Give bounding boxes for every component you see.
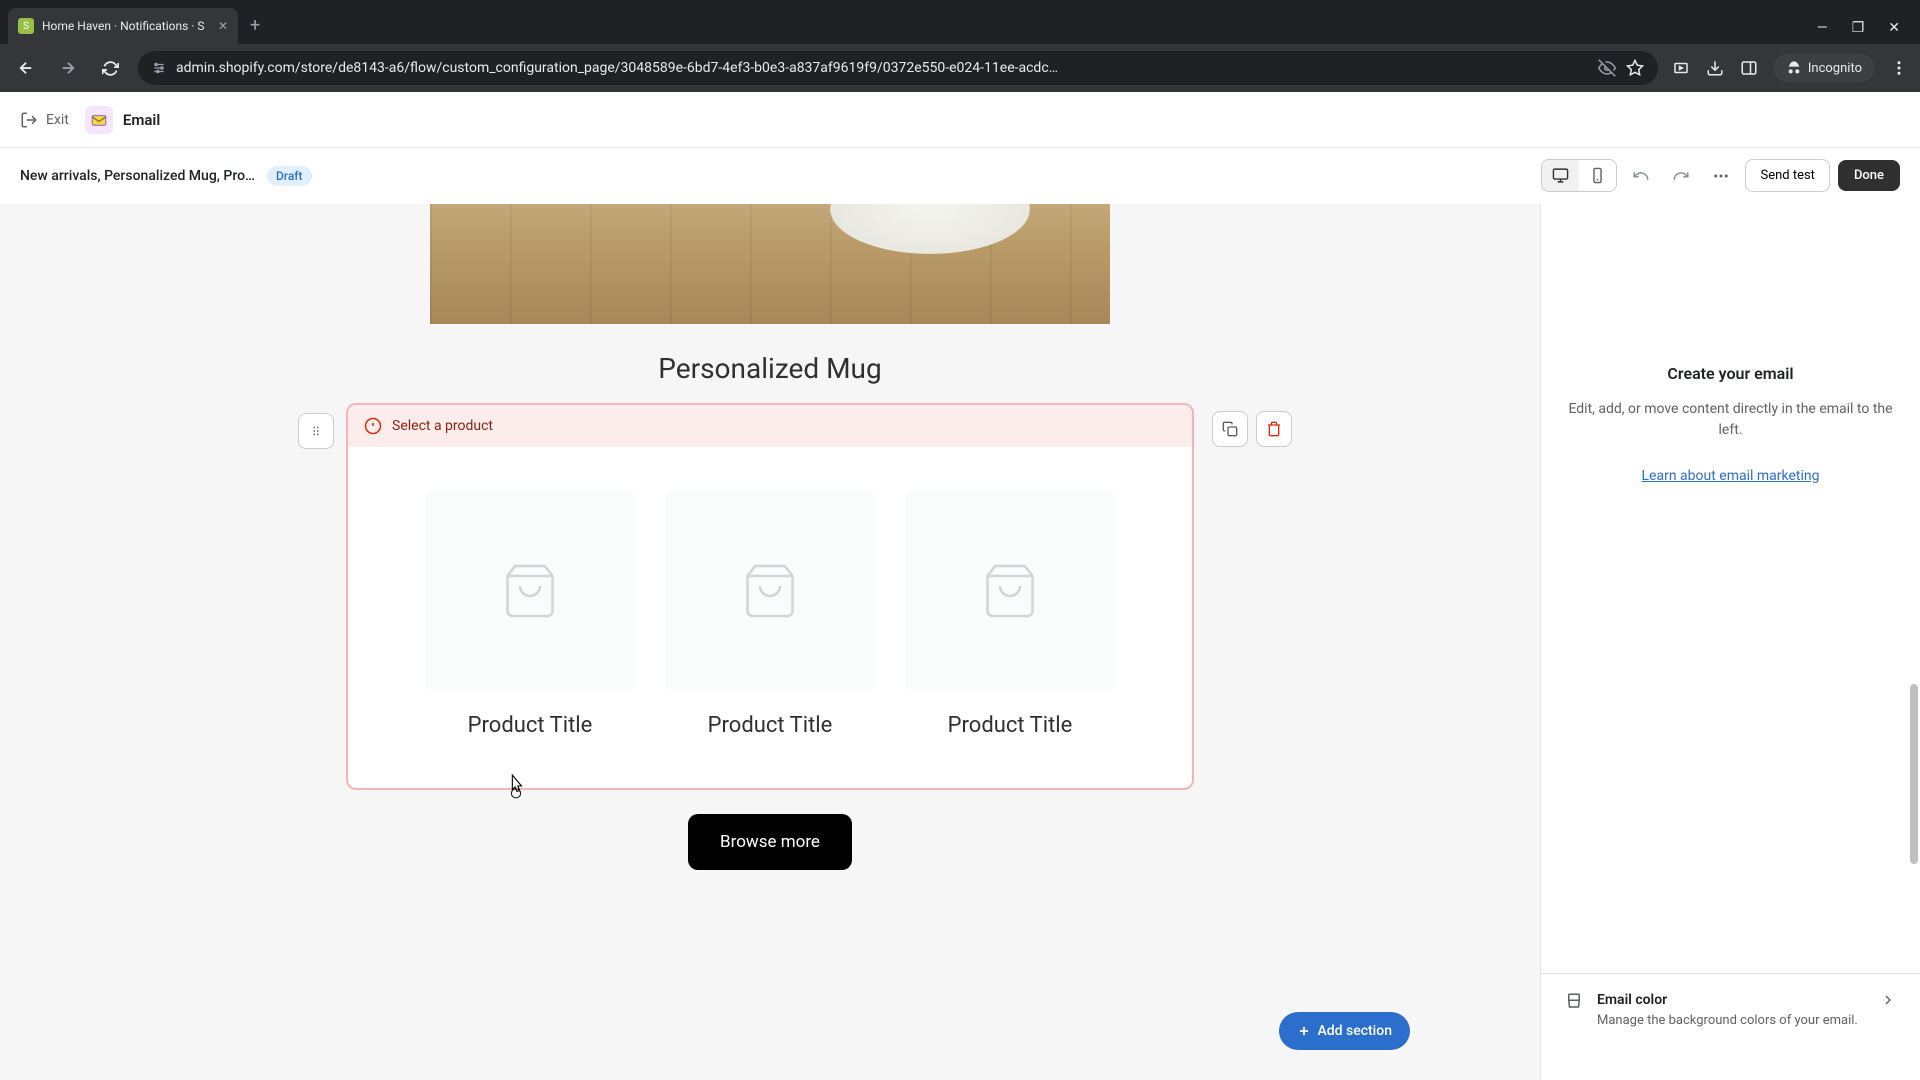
product-title: Product Title (425, 713, 635, 738)
sidebar-heading: Create your email (1565, 364, 1896, 383)
product-placeholder (905, 491, 1115, 691)
window-controls: — ❐ ✕ (1797, 20, 1920, 44)
section-warning: Select a product (348, 405, 1192, 447)
reload-button[interactable] (96, 54, 124, 82)
scrollbar-thumb[interactable] (1910, 684, 1918, 864)
close-window-icon[interactable]: ✕ (1888, 20, 1900, 36)
email-app-icon (85, 106, 113, 134)
trash-icon (1266, 421, 1282, 437)
close-tab-icon[interactable]: ✕ (218, 19, 228, 33)
email-label: Email (123, 111, 160, 129)
exit-icon (20, 111, 38, 129)
browser-tab[interactable]: S Home Haven · Notifications · S ✕ (8, 8, 238, 44)
back-button[interactable] (12, 54, 40, 82)
url-text: admin.shopify.com/store/de8143-a6/flow/c… (176, 60, 1588, 76)
browse-more-button[interactable]: Browse more (688, 814, 852, 870)
browser-tab-bar: S Home Haven · Notifications · S ✕ + — ❐… (0, 0, 1920, 44)
drag-handle[interactable] (298, 413, 334, 449)
new-tab-button[interactable]: + (238, 7, 272, 44)
product-placeholder (425, 491, 635, 691)
shopify-favicon: S (18, 18, 34, 34)
product-grid: Product Title Product Title Product Titl… (348, 447, 1192, 788)
tab-title: Home Haven · Notifications · S (42, 19, 205, 33)
side-panel-icon[interactable] (1740, 59, 1758, 77)
mobile-view-button[interactable] (1579, 160, 1616, 191)
plus-icon (1297, 1024, 1311, 1038)
sidebar-description: Edit, add, or move content directly in t… (1565, 399, 1896, 441)
send-test-button[interactable]: Send test (1745, 159, 1829, 192)
email-color-label: Email color (1597, 992, 1866, 1008)
minimize-icon[interactable]: — (1817, 20, 1828, 36)
delete-button[interactable] (1256, 411, 1292, 447)
app-header: Exit Email (0, 92, 1920, 148)
product-title: Product Title (905, 713, 1115, 738)
duplicate-icon (1222, 421, 1238, 437)
chevron-right-icon (1880, 992, 1896, 1008)
device-toggle (1541, 159, 1617, 192)
email-color-row[interactable]: Email color Manage the background colors… (1565, 992, 1896, 1030)
media-control-icon[interactable] (1672, 59, 1690, 77)
incognito-icon (1786, 60, 1802, 76)
main-layout: Personalized Mug Select a product (0, 204, 1920, 1080)
browser-url-bar: admin.shopify.com/store/de8143-a6/flow/c… (0, 44, 1920, 92)
eye-off-icon[interactable] (1598, 59, 1616, 77)
incognito-badge[interactable]: Incognito (1774, 54, 1874, 82)
bag-icon (500, 561, 560, 621)
desktop-view-button[interactable] (1542, 160, 1579, 191)
forward-button[interactable] (54, 54, 82, 82)
learn-link[interactable]: Learn about email marketing (1642, 468, 1820, 484)
download-icon[interactable] (1706, 59, 1724, 77)
product-card[interactable]: Product Title (665, 491, 875, 738)
bag-icon (740, 561, 800, 621)
browser-right-icons: Incognito (1672, 54, 1908, 82)
email-canvas[interactable]: Personalized Mug Select a product (0, 204, 1540, 1080)
paint-icon (1565, 992, 1583, 1010)
hero-image[interactable] (430, 204, 1110, 324)
done-button[interactable]: Done (1838, 160, 1900, 191)
product-title: Product Title (665, 713, 875, 738)
address-bar[interactable]: admin.shopify.com/store/de8143-a6/flow/c… (138, 51, 1658, 85)
product-section[interactable]: Select a product Product Title Product T… (346, 403, 1194, 790)
bag-icon (980, 561, 1040, 621)
redo-button[interactable] (1665, 160, 1697, 192)
exit-button[interactable]: Exit (20, 111, 69, 129)
product-card[interactable]: Product Title (905, 491, 1115, 738)
drag-icon (309, 424, 323, 438)
maximize-icon[interactable]: ❐ (1852, 20, 1865, 36)
editor-toolbar: New arrivals, Personalized Mug, Pro… Dra… (0, 148, 1920, 204)
add-section-button[interactable]: Add section (1279, 1012, 1410, 1050)
email-color-desc: Manage the background colors of your ema… (1597, 1012, 1866, 1030)
alert-icon (364, 417, 382, 435)
duplicate-button[interactable] (1212, 411, 1248, 447)
draft-badge: Draft (267, 166, 312, 186)
product-card[interactable]: Product Title (425, 491, 635, 738)
more-actions-button[interactable] (1705, 160, 1737, 192)
product-placeholder (665, 491, 875, 691)
bookmark-star-icon[interactable] (1626, 59, 1644, 77)
site-settings-icon (152, 61, 166, 75)
menu-icon[interactable] (1890, 59, 1908, 77)
campaign-title: New arrivals, Personalized Mug, Pro… (20, 168, 255, 184)
email-badge: Email (85, 106, 160, 134)
undo-button[interactable] (1625, 160, 1657, 192)
sidebar: Create your email Edit, add, or move con… (1540, 204, 1920, 1080)
product-heading[interactable]: Personalized Mug (658, 352, 881, 385)
